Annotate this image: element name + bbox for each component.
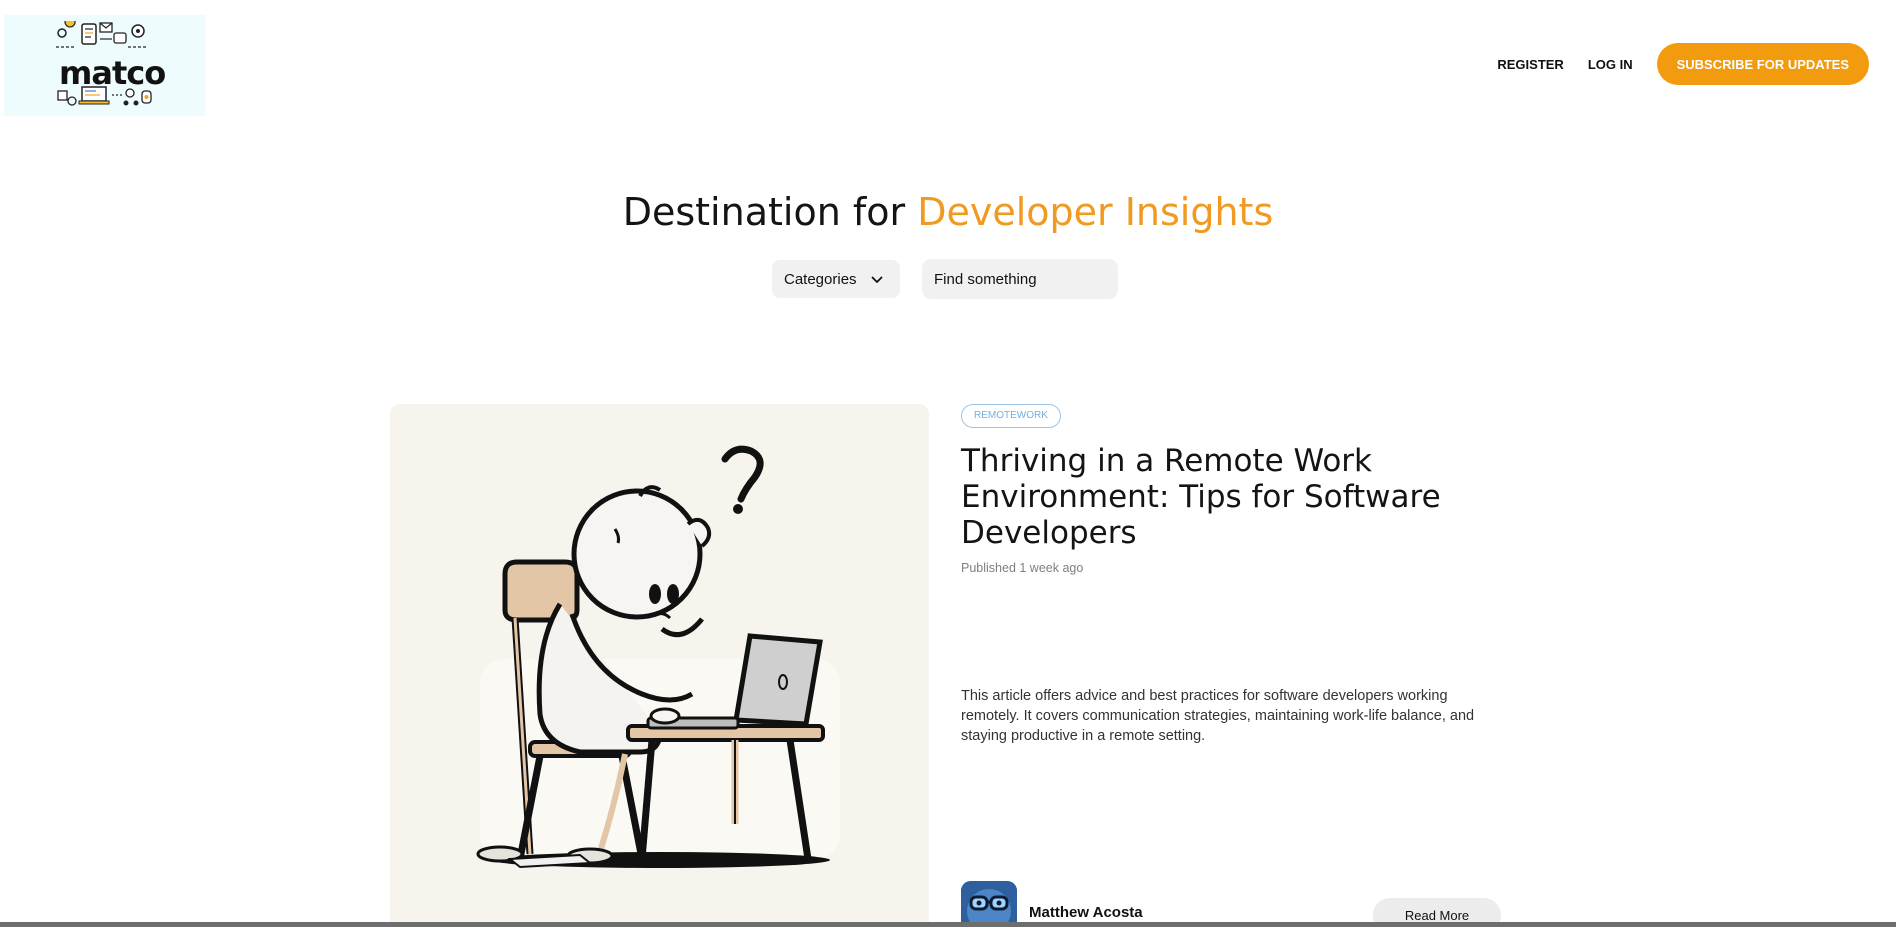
site-header: matco REGISTER LOG IN SUBSCRIBE FOR UPDA… xyxy=(0,0,1896,130)
published-date: Published 1 week ago xyxy=(961,561,1084,575)
article-image[interactable] xyxy=(390,404,929,927)
stressed-developer-illustration xyxy=(390,404,929,927)
site-logo[interactable]: matco xyxy=(4,15,205,116)
login-link[interactable]: LOG IN xyxy=(1588,57,1633,72)
article-excerpt: This article offers advice and best prac… xyxy=(961,688,1475,744)
register-link[interactable]: REGISTER xyxy=(1497,57,1563,72)
category-tag[interactable]: REMOTEWORK xyxy=(961,404,1061,428)
logo-text: matco xyxy=(59,54,166,92)
author-row: Matthew Acosta Read More xyxy=(961,881,1501,927)
categories-label: Categories xyxy=(784,270,857,288)
article-title[interactable]: Thriving in a Remote Work Environment: T… xyxy=(961,443,1501,551)
top-nav: REGISTER LOG IN SUBSCRIBE FOR UPDATES xyxy=(1497,43,1869,85)
chevron-down-icon xyxy=(871,271,883,288)
filter-bar: Categories xyxy=(772,259,1118,299)
article-card: REMOTEWORK Thriving in a Remote Work Env… xyxy=(961,404,1501,744)
author-avatar[interactable] xyxy=(961,881,1017,927)
search-input[interactable] xyxy=(922,259,1118,299)
hero-title: Destination for Developer Insights xyxy=(0,190,1896,234)
window-bottom-edge xyxy=(0,922,1896,927)
hero-title-prefix: Destination for xyxy=(622,190,918,234)
categories-dropdown[interactable]: Categories xyxy=(772,260,900,298)
author-name[interactable]: Matthew Acosta xyxy=(1029,904,1143,921)
hero-title-accent: Developer Insights xyxy=(917,190,1274,234)
subscribe-button[interactable]: SUBSCRIBE FOR UPDATES xyxy=(1656,43,1869,85)
